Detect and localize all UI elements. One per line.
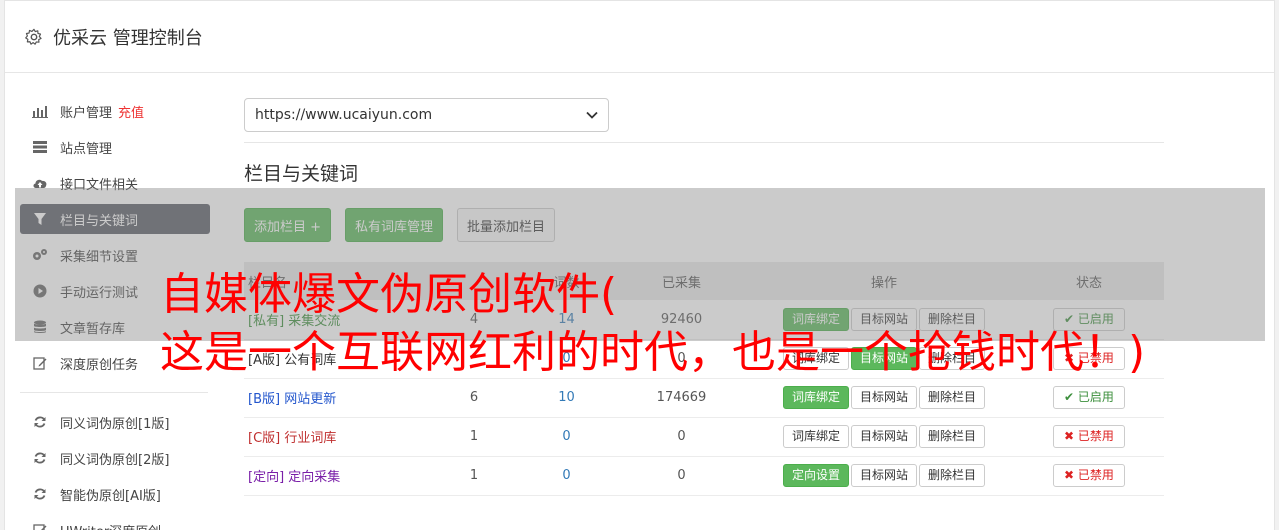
- watermark-text: 自媒体爆文伪原创软件( 这是一个互联网红利的时代，也是一个抢钱时代！): [160, 266, 1145, 382]
- status-cell: ✔ 已启用: [1014, 378, 1164, 418]
- sidebar-item-label: 深度原创任务: [60, 357, 139, 373]
- delete-column-button[interactable]: 删除栏目: [919, 386, 986, 409]
- actions-cell: 定向设置 目标网站 删除栏目: [754, 456, 1014, 496]
- status-toggle[interactable]: ✖ 已禁用: [1053, 425, 1125, 448]
- target-site-button[interactable]: 目标网站: [850, 386, 917, 409]
- actions-cell: 词库绑定 目标网站 删除栏目: [754, 378, 1014, 418]
- refresh-icon: [32, 486, 48, 502]
- lexicon-bind-button[interactable]: 词库绑定: [782, 386, 849, 409]
- sidebar-item-label: 智能伪原创[AI版]: [60, 488, 161, 504]
- bar-chart-icon: [32, 103, 48, 119]
- words-cell[interactable]: 0: [524, 456, 609, 496]
- count-cell: 1: [424, 417, 524, 457]
- collected-cell: 0: [609, 417, 754, 457]
- delete-column-button[interactable]: 删除栏目: [919, 464, 986, 487]
- collected-cell: 174669: [609, 378, 754, 418]
- sidebar-item-synonym-v1[interactable]: 同义词伪原创[1版]: [20, 407, 210, 437]
- column-name-link[interactable]: 定向采集: [288, 470, 340, 485]
- sidebar-item-account[interactable]: 账户管理 充值: [20, 96, 210, 126]
- column-tag: [B版]: [248, 392, 281, 407]
- gear-icon: [25, 28, 42, 45]
- count-cell: 6: [424, 378, 524, 418]
- divider: [244, 142, 1164, 143]
- status-toggle[interactable]: ✔ 已启用: [1053, 386, 1125, 409]
- page-title: 优采云 管理控制台: [53, 27, 203, 49]
- table-row: [B版] 网站更新 6 10 174669 词库绑定 目标网站 删除栏目 ✔ 已启用: [244, 378, 1164, 418]
- column-name-cell: [定向] 定向采集: [244, 456, 424, 496]
- column-tag: [定向]: [248, 470, 285, 485]
- status-toggle[interactable]: ✖ 已禁用: [1053, 464, 1125, 487]
- sidebar-item-ai-rewrite[interactable]: 智能伪原创[AI版]: [20, 479, 210, 509]
- column-tag: [C版]: [248, 431, 281, 446]
- status-cell: ✖ 已禁用: [1014, 417, 1164, 457]
- watermark-line: 这是一个互联网红利的时代，也是一个抢钱时代！): [160, 327, 1146, 378]
- target-site-button[interactable]: 目标网站: [850, 425, 917, 448]
- column-name-cell: [B版] 网站更新: [244, 378, 424, 418]
- watermark-line: 自媒体爆文伪原创软件(: [160, 269, 618, 320]
- lexicon-bind-button[interactable]: 词库绑定: [782, 425, 849, 448]
- refresh-icon: [32, 450, 48, 466]
- words-cell[interactable]: 10: [524, 378, 609, 418]
- status-cell: ✖ 已禁用: [1014, 456, 1164, 496]
- actions-cell: 词库绑定 目标网站 删除栏目: [754, 417, 1014, 457]
- edit-icon: [32, 522, 48, 530]
- panel-header: 优采云 管理控制台: [5, 1, 1274, 73]
- sidebar-divider: [20, 392, 208, 393]
- collected-cell: 0: [609, 456, 754, 496]
- sidebar-item-uwriter[interactable]: UWriter深度原创: [20, 515, 210, 530]
- close-icon: ✖: [1064, 429, 1078, 443]
- close-icon: ✖: [1064, 468, 1078, 482]
- sidebar-item-label: 同义词伪原创[1版]: [60, 416, 170, 432]
- site-select[interactable]: https://www.ucaiyun.com: [244, 98, 609, 132]
- sidebar-item-label: 站点管理: [60, 141, 113, 157]
- column-name-link[interactable]: 行业词库: [284, 431, 336, 446]
- edit-icon: [32, 355, 48, 371]
- recharge-link[interactable]: 充值: [118, 102, 144, 121]
- sidebar-item-label: 同义词伪原创[2版]: [60, 452, 170, 468]
- lexicon-bind-button[interactable]: 定向设置: [782, 464, 849, 487]
- sidebar-item-label: UWriter深度原创: [60, 521, 161, 530]
- column-name-cell: [C版] 行业词库: [244, 417, 424, 457]
- words-cell[interactable]: 0: [524, 417, 609, 457]
- refresh-icon: [32, 414, 48, 430]
- delete-column-button[interactable]: 删除栏目: [919, 425, 986, 448]
- status-label: 已禁用: [1077, 429, 1114, 443]
- section-title: 栏目与关键词: [244, 163, 359, 185]
- sidebar-item-label: 账户管理: [60, 105, 113, 121]
- status-label: 已禁用: [1077, 468, 1114, 482]
- table-row: [C版] 行业词库 1 0 0 词库绑定 目标网站 删除栏目 ✖ 已禁用: [244, 417, 1164, 457]
- site-select-value: https://www.ucaiyun.com: [255, 107, 433, 123]
- sidebar-item-sites[interactable]: 站点管理: [20, 132, 210, 162]
- table-row: [定向] 定向采集 1 0 0 定向设置 目标网站 删除栏目 ✖ 已禁用: [244, 456, 1164, 496]
- status-label: 已启用: [1077, 390, 1114, 404]
- count-cell: 1: [424, 456, 524, 496]
- column-name-link[interactable]: 网站更新: [284, 392, 336, 407]
- sidebar-item-synonym-v2[interactable]: 同义词伪原创[2版]: [20, 443, 210, 473]
- chevron-down-icon: [586, 111, 598, 119]
- check-icon: ✔: [1064, 390, 1078, 404]
- target-site-button[interactable]: 目标网站: [850, 464, 917, 487]
- server-icon: [32, 139, 48, 155]
